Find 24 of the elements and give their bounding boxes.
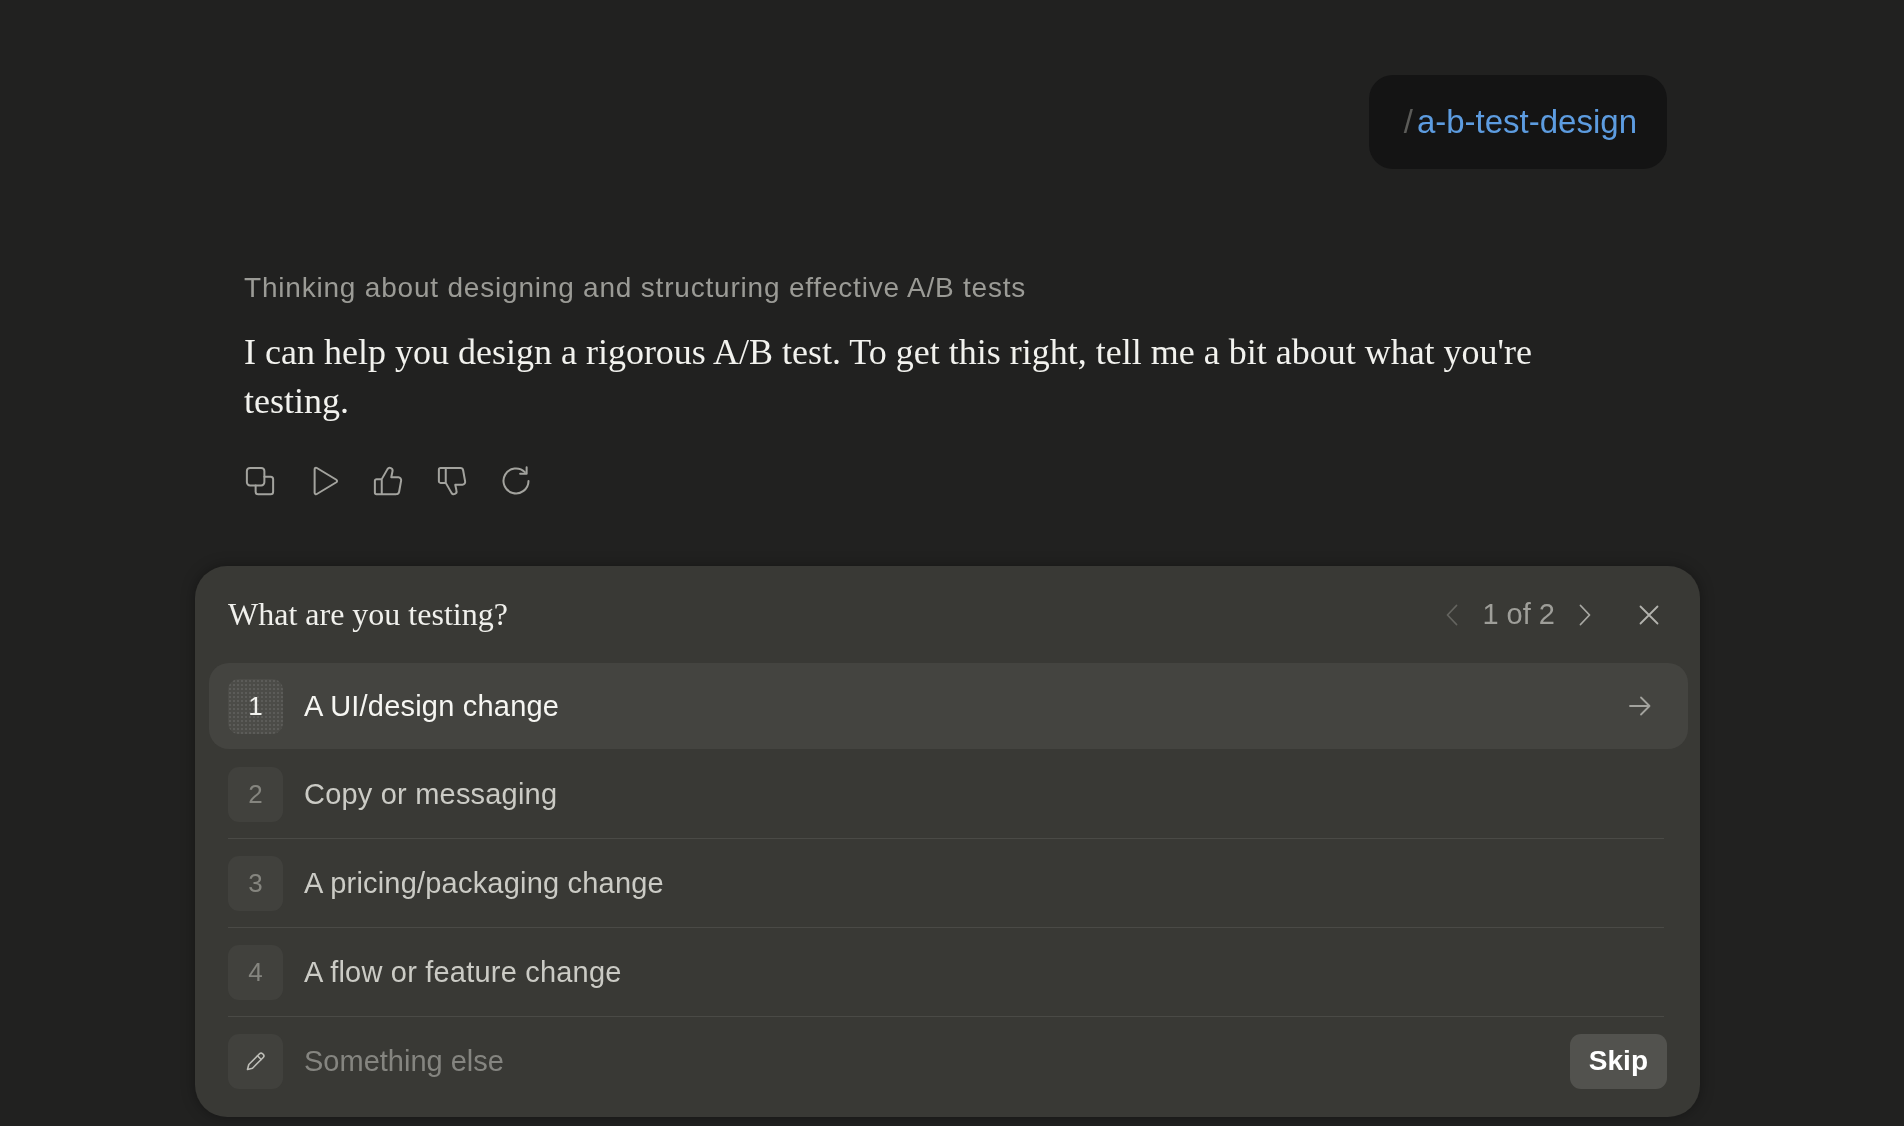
thumbs-down-icon[interactable] [437, 466, 467, 496]
page-counter: 1 of 2 [1482, 598, 1555, 631]
copy-icon[interactable] [245, 466, 275, 496]
pencil-icon [228, 1033, 283, 1089]
question-title: What are you testing? [228, 596, 509, 633]
thinking-summary[interactable]: Thinking about designing and structuring effective A/B tests [244, 271, 1027, 305]
arrow-right-icon [1629, 696, 1651, 716]
answer-option[interactable]: 3 A pricing/packaging change [209, 839, 1688, 927]
option-number: 2 [228, 766, 283, 822]
close-icon[interactable] [1639, 604, 1659, 625]
retry-icon[interactable] [501, 466, 531, 496]
thumbs-up-icon[interactable] [373, 466, 403, 496]
input-field[interactable]: Something else [304, 1039, 1549, 1083]
command-name: a-b-test-design [1416, 103, 1637, 141]
response-text: I can help you design a rigorous A/B test. To get this right, tell me a bit about what you're testing. [244, 331, 1534, 423]
answer-option[interactable]: 1 A UI/design change [209, 663, 1688, 749]
answer-option[interactable]: 2 Copy or messaging [209, 750, 1688, 838]
slash-prefix: / [1403, 103, 1413, 141]
chevron-right-icon[interactable] [1579, 603, 1591, 626]
skip-button[interactable]: Skip [1569, 1033, 1667, 1089]
option-number: 4 [228, 944, 283, 1000]
answer-option[interactable]: 4 A flow or feature change [209, 928, 1688, 1016]
option-number: 1 [228, 678, 283, 734]
option-number: 3 [228, 855, 283, 911]
